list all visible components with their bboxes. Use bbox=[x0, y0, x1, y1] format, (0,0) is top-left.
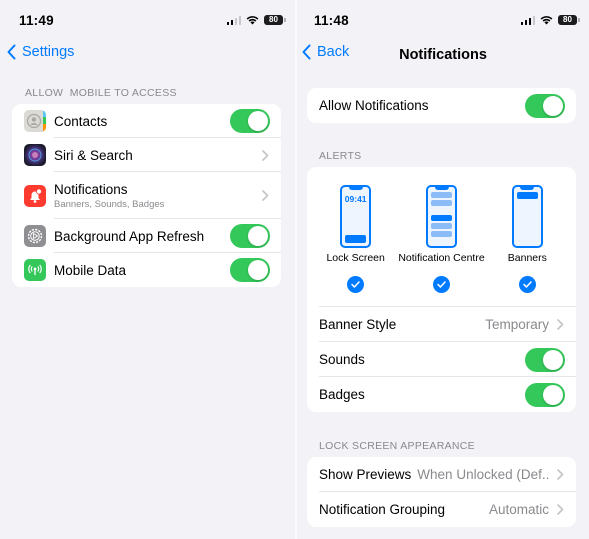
row-label: Show Previews bbox=[319, 467, 412, 482]
status-time: 11:48 bbox=[314, 13, 349, 28]
status-bar: 11:48 80 bbox=[297, 0, 589, 40]
notifications-bell-icon bbox=[24, 184, 46, 207]
back-button[interactable]: Settings bbox=[7, 44, 74, 60]
status-time: 11:49 bbox=[19, 13, 54, 28]
row-label: Notifications bbox=[54, 181, 128, 197]
alert-option-label: Banners bbox=[507, 252, 547, 264]
contacts-toggle[interactable] bbox=[230, 109, 270, 133]
wifi-icon bbox=[246, 16, 259, 25]
lock-screen-preview-icon: 09:41 bbox=[340, 185, 372, 248]
alert-option-label: Lock Screen bbox=[326, 252, 385, 264]
chevron-right-icon bbox=[262, 190, 269, 201]
alert-option-label: Notification Centre bbox=[398, 252, 485, 264]
row-label: Banner Style bbox=[319, 317, 397, 332]
row-show-previews[interactable]: Show Previews When Unlocked (Def... bbox=[307, 457, 576, 492]
allow-notifications-card: Allow Notifications bbox=[307, 88, 576, 123]
sounds-toggle[interactable] bbox=[525, 347, 565, 372]
chevron-left-icon bbox=[7, 44, 16, 60]
row-notification-grouping[interactable]: Notification Grouping Automatic bbox=[307, 492, 576, 527]
checkmark-icon[interactable] bbox=[347, 276, 365, 293]
battery-icon: 80 bbox=[558, 15, 580, 25]
status-icons: 80 bbox=[520, 15, 580, 25]
page-title: Notifications bbox=[399, 47, 487, 63]
gear-icon bbox=[24, 225, 46, 247]
alert-style-options: 09:41 Lock Screen Notification Centre Ba… bbox=[307, 167, 576, 307]
chevron-right-icon bbox=[557, 319, 564, 330]
row-allow-notifications[interactable]: Allow Notifications bbox=[307, 88, 576, 123]
row-label: Notification Grouping bbox=[319, 502, 446, 517]
allow-notifications-toggle[interactable] bbox=[525, 93, 565, 118]
row-mobile-data[interactable]: Mobile Data bbox=[12, 253, 281, 287]
status-bar: 11:49 80 bbox=[0, 0, 295, 40]
row-badges[interactable]: Badges bbox=[307, 377, 576, 412]
chevron-right-icon bbox=[557, 469, 564, 480]
lock-screen-appearance-card: Show Previews When Unlocked (Def... Noti… bbox=[307, 457, 576, 527]
section-header-alerts: ALERTS bbox=[319, 150, 362, 162]
siri-icon bbox=[24, 144, 46, 166]
alert-option-banners[interactable]: Banners bbox=[485, 185, 570, 307]
notifications-settings-screen: 11:48 80 Back Notifications Allow Notifi… bbox=[297, 0, 589, 539]
cellular-signal-icon bbox=[520, 15, 535, 25]
notification-centre-preview-icon bbox=[426, 185, 457, 248]
alerts-card: 09:41 Lock Screen Notification Centre Ba… bbox=[307, 167, 576, 412]
antenna-icon bbox=[24, 259, 46, 281]
section-header-lock-screen-appearance: LOCK SCREEN APPEARANCE bbox=[319, 440, 475, 452]
row-label: Badges bbox=[319, 387, 365, 402]
back-label: Settings bbox=[22, 44, 75, 60]
chevron-right-icon bbox=[557, 504, 564, 515]
row-label: Allow Notifications bbox=[319, 98, 429, 113]
wifi-icon bbox=[540, 16, 553, 25]
alert-option-lock-screen[interactable]: 09:41 Lock Screen bbox=[313, 185, 398, 307]
settings-app-screen: 11:49 80 Settings ALLOW MOBILE TO ACCESS… bbox=[0, 0, 295, 539]
row-siri-search[interactable]: Siri & Search bbox=[12, 138, 281, 172]
checkmark-icon[interactable] bbox=[518, 276, 536, 293]
row-background-app-refresh[interactable]: Background App Refresh bbox=[12, 219, 281, 253]
row-banner-style[interactable]: Banner Style Temporary bbox=[307, 307, 576, 342]
badges-toggle[interactable] bbox=[525, 382, 565, 407]
chevron-right-icon bbox=[262, 149, 269, 161]
row-notifications[interactable]: Notifications Banners, Sounds, Badges bbox=[12, 172, 281, 219]
battery-icon: 80 bbox=[264, 15, 286, 25]
row-label: Contacts bbox=[54, 113, 108, 129]
row-label: Mobile Data bbox=[54, 262, 127, 278]
mobile-data-toggle[interactable] bbox=[230, 258, 270, 282]
background-app-refresh-toggle[interactable] bbox=[230, 224, 270, 248]
contacts-icon bbox=[24, 110, 46, 132]
banners-preview-icon bbox=[511, 185, 543, 248]
row-sublabel: Banners, Sounds, Badges bbox=[54, 198, 165, 210]
row-contacts[interactable]: Contacts bbox=[12, 104, 281, 138]
alert-option-notification-centre[interactable]: Notification Centre bbox=[398, 185, 485, 307]
checkmark-icon[interactable] bbox=[433, 276, 450, 293]
access-permissions-list: Contacts Siri & Search Notifications Ban… bbox=[12, 104, 281, 287]
status-icons: 80 bbox=[226, 15, 286, 25]
section-header-allow-access: ALLOW MOBILE TO ACCESS bbox=[25, 87, 177, 99]
row-value: Temporary bbox=[485, 317, 549, 332]
row-label: Siri & Search bbox=[54, 147, 133, 163]
row-label: Background App Refresh bbox=[54, 228, 205, 244]
row-label: Sounds bbox=[319, 352, 365, 367]
row-sounds[interactable]: Sounds bbox=[307, 342, 576, 377]
row-value: Automatic bbox=[488, 502, 549, 517]
row-value: When Unlocked (Def... bbox=[417, 467, 549, 482]
cellular-signal-icon bbox=[226, 15, 241, 25]
